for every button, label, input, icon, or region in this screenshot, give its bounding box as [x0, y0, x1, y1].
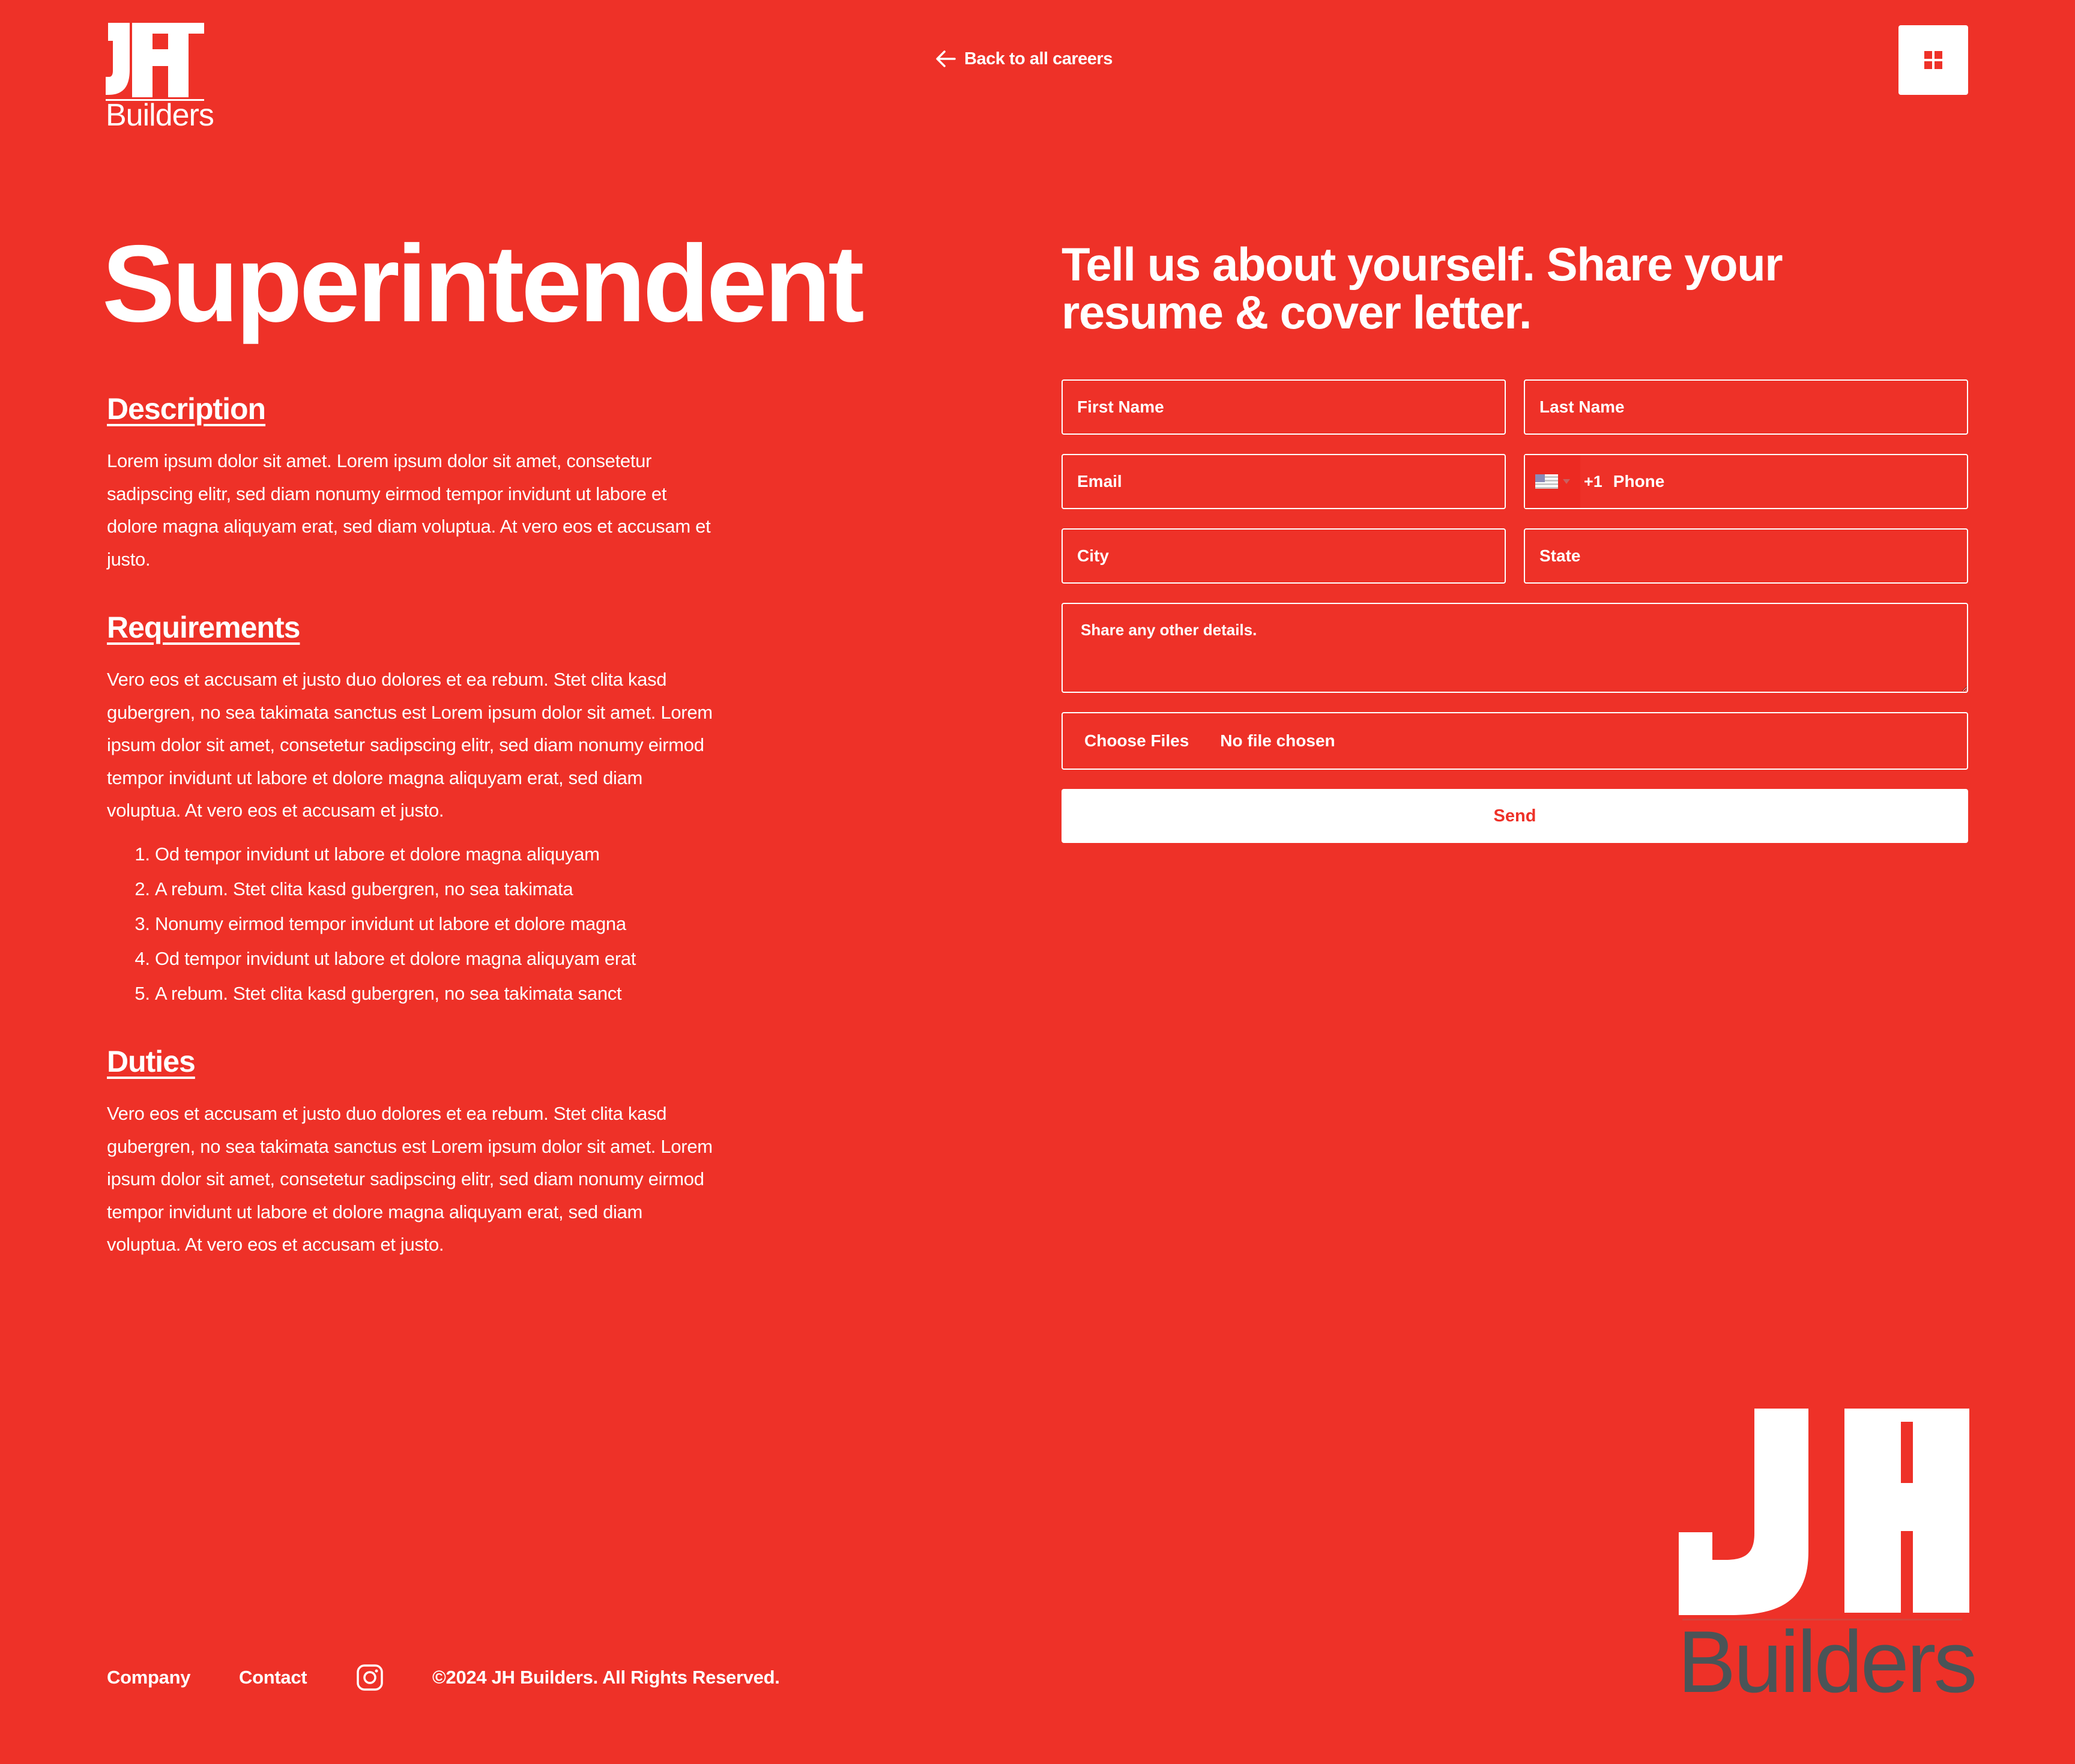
- file-upload: Choose Files No file chosen: [1062, 712, 1968, 770]
- header-logo[interactable]: Builders: [106, 23, 214, 133]
- footer-link-contact[interactable]: Contact: [239, 1666, 307, 1690]
- jh-logo-mark: [106, 23, 204, 97]
- send-button[interactable]: Send: [1062, 789, 1968, 843]
- requirements-list: Od tempor invidunt ut labore et dolore m…: [108, 837, 636, 1011]
- list-item: Od tempor invidunt ut labore et dolore m…: [155, 941, 636, 976]
- arrow-left-icon: [936, 50, 956, 67]
- list-item: Nonumy eirmod tempor invidunt ut labore …: [155, 907, 636, 941]
- chevron-down-icon: [1563, 479, 1570, 484]
- description-text: Lorem ipsum dolor sit amet. Lorem ipsum …: [107, 450, 711, 570]
- country-selector[interactable]: [1525, 455, 1580, 508]
- copyright-text: ©2024 JH Builders. All Rights Reserved.: [432, 1667, 780, 1688]
- email-input[interactable]: [1062, 454, 1506, 509]
- instagram-icon[interactable]: [355, 1663, 384, 1692]
- details-textarea[interactable]: [1062, 603, 1968, 693]
- requirements-heading: Requirements: [107, 611, 300, 644]
- list-item: A rebum. Stet clita kasd gubergren, no s…: [155, 976, 636, 1011]
- last-name-input[interactable]: [1524, 379, 1968, 435]
- footer-logo: Builders: [1675, 1409, 1977, 1710]
- duties-heading: Duties: [107, 1045, 196, 1078]
- list-item: Od tempor invidunt ut labore et dolore m…: [155, 837, 636, 872]
- menu-button[interactable]: [1898, 25, 1968, 95]
- duties-text: Vero eos et accusam et justo duo dolores…: [107, 1103, 713, 1255]
- back-link-label: Back to all careers: [964, 49, 1113, 68]
- jh-logo-mark: [1679, 1409, 1969, 1615]
- form-title: Tell us about yourself. Share your resum…: [1062, 238, 1783, 339]
- footer-link-company[interactable]: Company: [107, 1666, 190, 1690]
- phone-field: +1: [1524, 454, 1968, 509]
- city-input[interactable]: [1062, 528, 1506, 584]
- file-status: No file chosen: [1220, 731, 1335, 750]
- us-flag-icon: [1535, 474, 1558, 489]
- back-to-careers-link[interactable]: Back to all careers: [935, 47, 1113, 71]
- state-input[interactable]: [1524, 528, 1968, 584]
- list-item: A rebum. Stet clita kasd gubergren, no s…: [155, 872, 636, 907]
- choose-files-button[interactable]: Choose Files: [1084, 731, 1189, 751]
- requirements-text: Vero eos et accusam et justo duo dolores…: [107, 669, 713, 821]
- phone-input[interactable]: [1602, 458, 1967, 506]
- logo-wordmark: Builders: [106, 98, 214, 133]
- logo-wordmark: Builders: [1678, 1613, 1977, 1711]
- grid-icon: [1924, 51, 1942, 69]
- description-heading: Description: [107, 392, 266, 426]
- dial-code: +1: [1584, 472, 1602, 491]
- job-title: Superintendent: [102, 222, 865, 345]
- first-name-input[interactable]: [1062, 379, 1506, 435]
